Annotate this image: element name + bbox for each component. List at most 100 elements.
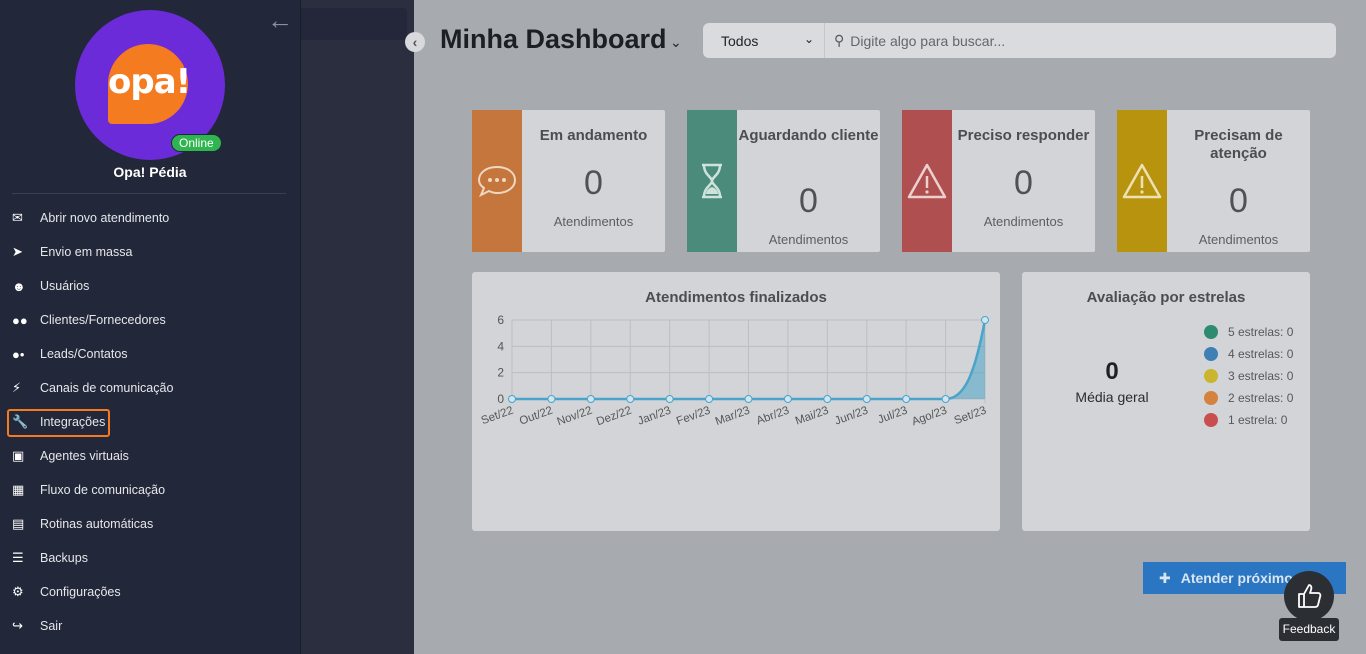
card-value: 0 (1229, 182, 1248, 220)
legend-label: 4 estrelas: 0 (1228, 347, 1294, 361)
data-point (586, 395, 595, 403)
card-color-strip (902, 110, 952, 252)
sidebar-item-label: Configurações (40, 585, 121, 599)
ratings-legend: 5 estrelas: 0 4 estrelas: 0 3 estrelas: … (1204, 321, 1293, 431)
sidebar-item-integracoes[interactable]: 🔧 Integrações (0, 405, 300, 439)
x-tick-label: Set/23 (953, 405, 988, 428)
feedback-label[interactable]: Feedback (1279, 618, 1339, 641)
sidebar-item-fluxo-de-comunicacao[interactable]: ▦ Fluxo de comunicação (0, 473, 300, 507)
search-icon: ⚲ (834, 32, 845, 48)
card-unit: Atendimentos (1198, 232, 1279, 247)
x-tick-label: Jul/23 (876, 405, 909, 427)
org-name: Opa! Pédia (113, 164, 187, 180)
card-unit: Atendimentos (553, 214, 634, 229)
sidebar-item-rotinas-automaticas[interactable]: ▤ Rotinas automáticas (0, 507, 300, 541)
legend-dot (1204, 369, 1218, 383)
collapse-panel-icon[interactable]: ‹ (405, 32, 425, 52)
gears-icon: ⚙ (12, 584, 24, 599)
warning-icon (1122, 163, 1162, 199)
x-tick-label: Mai/23 (794, 405, 831, 428)
calendar-icon: ▤ (12, 516, 25, 531)
sidebar-item-label: Agentes virtuais (40, 449, 129, 463)
average-value: 0 (1105, 358, 1119, 385)
sidebar-item-envio-em-massa[interactable]: ➤ Envio em massa (0, 235, 300, 269)
user-headset-icon: ☻ (12, 278, 26, 294)
card-unit: Atendimentos (983, 214, 1064, 229)
sidebar-item-clientes-fornecedores[interactable]: ●● Clientes/Fornecedores (0, 303, 300, 337)
card-aguardando-cliente[interactable]: Aguardando cliente 0 Atendimentos (687, 110, 880, 252)
active-item-outline (7, 409, 110, 437)
card-preciso-responder[interactable]: Preciso responder 0 Atendimentos (902, 110, 1095, 252)
x-tick-label: Nov/22 (556, 405, 594, 429)
data-point (626, 395, 635, 403)
sidebar-item-label: Fluxo de comunicação (40, 483, 166, 497)
data-point (823, 395, 832, 403)
sidebar-item-backups[interactable]: ☰ Backups (0, 541, 300, 575)
paper-plane-icon: ➤ (12, 244, 23, 259)
feedback-button[interactable] (1284, 571, 1334, 621)
card-value: 0 (799, 182, 818, 220)
opa-logo: opa! (108, 44, 191, 124)
data-point (508, 395, 516, 403)
sidebar-item-abrir-novo-atendimento[interactable]: ✉ Abrir novo atendimento (0, 201, 300, 235)
secondary-panel (300, 0, 414, 654)
flow-icon: ▦ (12, 482, 25, 497)
sidebar-item-agentes-virtuais[interactable]: ▣ Agentes virtuais (0, 439, 300, 473)
sidebar-item-label: Sair (40, 619, 63, 633)
sidebar-item-label: Canais de comunicação (40, 381, 174, 395)
robot-icon: ▣ (12, 448, 25, 463)
database-icon: ☰ (12, 550, 24, 565)
card-em-andamento[interactable]: Em andamento 0 Atendimentos (472, 110, 665, 252)
card-precisam-de-atencao[interactable]: Precisam de atenção 0 Atendimentos (1117, 110, 1310, 252)
chevron-down-icon: ⌄ (803, 32, 814, 46)
data-point (783, 395, 792, 403)
legend-label: 5 estrelas: 0 (1228, 325, 1294, 339)
legend-dot (1204, 413, 1218, 427)
sidebar-item-sair[interactable]: ↪ Sair (0, 609, 300, 643)
plug-icon: ⚡ (12, 380, 22, 395)
sidebar-item-canais-de-comunicacao[interactable]: ⚡ Canais de comunicação (0, 371, 300, 405)
search-input[interactable] (850, 32, 1311, 49)
sidebar-item-label: Rotinas automáticas (40, 517, 154, 531)
data-point (744, 395, 753, 403)
logo-text: opa! (108, 62, 191, 102)
sidebar-item-leads-contatos[interactable]: ●• Leads/Contatos (0, 337, 300, 371)
x-tick-label: Abr/23 (755, 405, 791, 428)
data-point (941, 395, 950, 403)
legend-dot (1204, 325, 1218, 339)
x-tick-label: Fev/23 (675, 405, 712, 428)
sidebar-item-label: Backups (40, 551, 88, 565)
sidebar-item-usuarios[interactable]: ☻ Usuários (0, 269, 300, 303)
x-tick-label: Dez/22 (595, 405, 633, 429)
filter-select[interactable]: Todos ⌄ (703, 23, 825, 58)
card-title: Precisam de atenção (1194, 127, 1283, 162)
warning-icon (907, 163, 947, 199)
chart-panel-finalizados: Atendimentos finalizados 0 2 4 6 Set/22 Out/2… (472, 272, 1000, 531)
sidebar: ← opa! Online Opa! Pédia ✉ Abrir novo at… (0, 0, 300, 654)
envelope-icon: ✉ (12, 210, 23, 225)
card-color-strip (472, 110, 522, 252)
chat-plus-icon: ✚ (1159, 569, 1171, 586)
hourglass-icon (702, 163, 722, 199)
legend-dot (1204, 347, 1218, 361)
users-icon: ●● (12, 312, 28, 328)
thumbs-up-icon (1298, 584, 1322, 608)
filter-select-value: Todos (721, 32, 759, 49)
ratings-title: Avaliação por estrelas (1086, 289, 1246, 306)
chevron-down-icon[interactable]: ⌄ (670, 34, 682, 51)
data-point (862, 395, 871, 403)
x-tick-label: Mar/23 (714, 405, 752, 429)
legend-label: 1 estrela: 0 (1228, 413, 1288, 427)
chat-dots-icon (477, 165, 517, 198)
divider (12, 193, 286, 194)
legend-item: 2 estrelas: 0 (1204, 387, 1293, 409)
avatar[interactable]: opa! Online (75, 10, 225, 160)
y-tick-label: 0 (497, 392, 504, 406)
sidebar-item-configuracoes[interactable]: ⚙ Configurações (0, 575, 300, 609)
page-title[interactable]: Minha Dashboard (440, 24, 667, 55)
legend-item: 1 estrela: 0 (1204, 409, 1293, 431)
x-tick-label: Jun/23 (833, 405, 870, 428)
card-color-strip (687, 110, 737, 252)
data-point (981, 316, 989, 324)
arrow-left-icon[interactable]: ← (266, 6, 294, 34)
